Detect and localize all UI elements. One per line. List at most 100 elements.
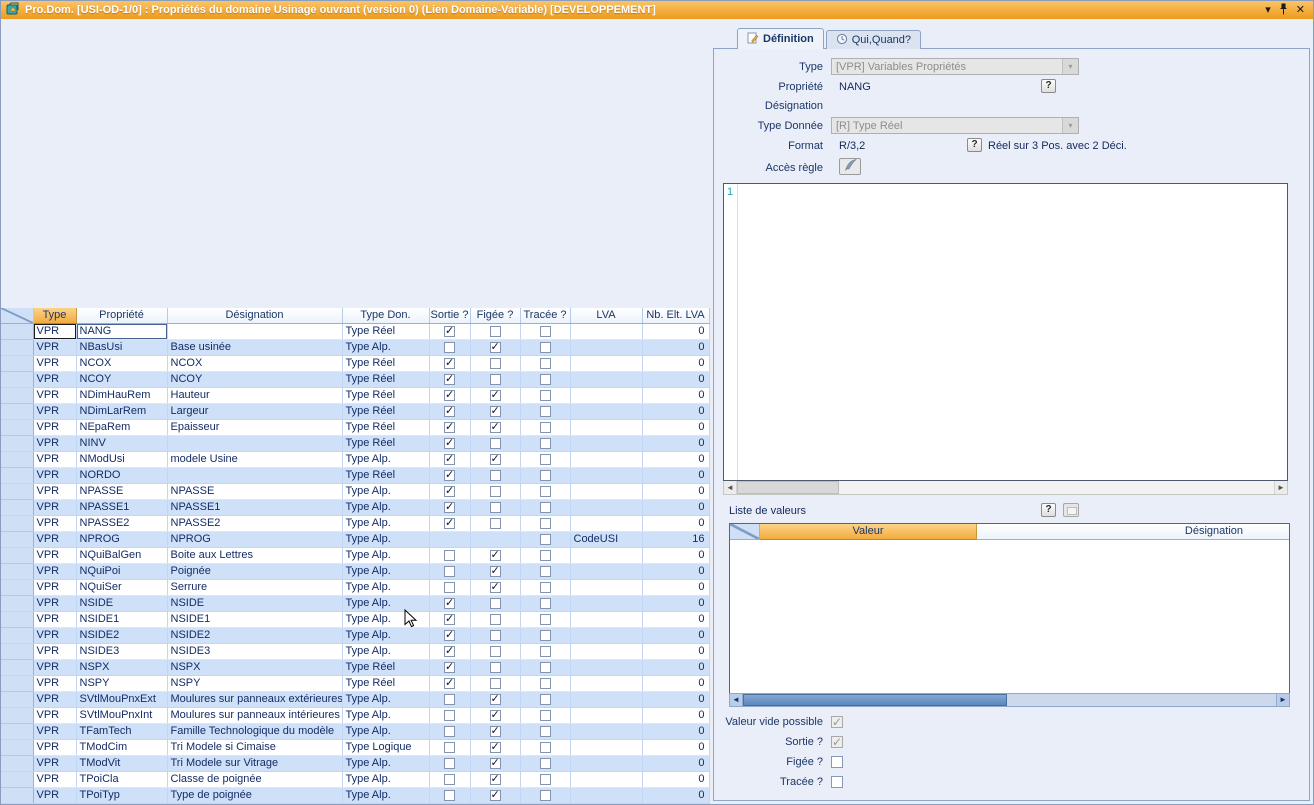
cell-propriete[interactable]: SVtlMouPnxInt (76, 708, 167, 724)
row-selector[interactable] (1, 740, 33, 756)
cell-tracee[interactable] (520, 532, 570, 548)
cell-propriete[interactable]: NBasUsi (76, 340, 167, 356)
row-selector[interactable] (1, 516, 33, 532)
cell-figee[interactable] (470, 580, 520, 596)
cell-designation[interactable]: NSPY (167, 676, 342, 692)
cell-tracee[interactable] (520, 548, 570, 564)
cell-lva[interactable]: CodeUSI (570, 532, 642, 548)
checkbox[interactable] (540, 518, 551, 529)
cell-designation[interactable] (167, 436, 342, 452)
cell-lva[interactable] (570, 676, 642, 692)
cell-type[interactable]: VPR (33, 452, 76, 468)
cell-propriete[interactable]: NINV (76, 436, 167, 452)
cell-tracee[interactable] (520, 756, 570, 772)
values-corner-cell[interactable] (730, 524, 760, 540)
cell-designation[interactable]: Moulures sur panneaux intérieures (167, 708, 342, 724)
cell-figee[interactable] (470, 404, 520, 420)
checkbox[interactable] (444, 742, 455, 753)
checkbox[interactable] (490, 326, 501, 337)
scroll-left-icon[interactable]: ◄ (724, 481, 737, 494)
cell-designation[interactable]: Tri Modele si Cimaise (167, 740, 342, 756)
cell-type[interactable]: VPR (33, 436, 76, 452)
cell-lva[interactable] (570, 564, 642, 580)
table-row[interactable]: VPRTFamTechFamille Technologique du modè… (1, 724, 709, 740)
cell-tracee[interactable] (520, 692, 570, 708)
cell-lva[interactable] (570, 484, 642, 500)
table-row[interactable]: VPRNPASSENPASSEType Alp.0 (1, 484, 709, 500)
cell-type[interactable]: VPR (33, 372, 76, 388)
cell-type-don[interactable]: Type Alp. (342, 644, 429, 660)
cell-type[interactable]: VPR (33, 596, 76, 612)
table-row[interactable]: VPRNCOYNCOYType Réel0 (1, 372, 709, 388)
checkbox[interactable] (540, 390, 551, 401)
cell-nb-elt-lva[interactable]: 0 (642, 500, 709, 516)
cell-lva[interactable] (570, 580, 642, 596)
cell-sortie[interactable] (429, 788, 470, 804)
cell-designation[interactable]: Base usinée (167, 340, 342, 356)
cell-designation[interactable]: NPROG (167, 532, 342, 548)
checkbox[interactable] (490, 486, 501, 497)
cell-figee[interactable] (470, 516, 520, 532)
checkbox[interactable] (540, 790, 551, 801)
checkbox[interactable] (444, 550, 455, 561)
scroll-right-icon[interactable]: ► (1274, 481, 1287, 494)
checkbox[interactable] (490, 790, 501, 801)
checkbox[interactable] (490, 470, 501, 481)
cell-type-don[interactable]: Type Réel (342, 388, 429, 404)
cell-nb-elt-lva[interactable]: 0 (642, 740, 709, 756)
cell-type-don[interactable]: Type Réel (342, 420, 429, 436)
cell-propriete[interactable]: NSPY (76, 676, 167, 692)
cell-figee[interactable] (470, 676, 520, 692)
cell-sortie[interactable] (429, 436, 470, 452)
cell-sortie[interactable] (429, 468, 470, 484)
checkbox[interactable] (490, 566, 501, 577)
row-selector[interactable] (1, 372, 33, 388)
checkbox[interactable] (490, 646, 501, 657)
cell-sortie[interactable] (429, 356, 470, 372)
scrollbar-thumb[interactable] (743, 694, 1007, 706)
checkbox[interactable] (444, 358, 455, 369)
cell-lva[interactable] (570, 692, 642, 708)
table-row[interactable]: VPRNANGType Réel0 (1, 324, 709, 340)
row-selector[interactable] (1, 564, 33, 580)
cell-type-don[interactable]: Type Alp. (342, 564, 429, 580)
checkbox[interactable] (490, 710, 501, 721)
cell-figee[interactable] (470, 724, 520, 740)
cell-nb-elt-lva[interactable]: 0 (642, 628, 709, 644)
liste-tool-button[interactable] (1063, 503, 1079, 517)
cell-nb-elt-lva[interactable]: 0 (642, 452, 709, 468)
pin-icon[interactable] (1279, 3, 1288, 18)
cell-lva[interactable] (570, 516, 642, 532)
cell-sortie[interactable] (429, 388, 470, 404)
cell-sortie[interactable] (429, 708, 470, 724)
checkbox[interactable] (444, 710, 455, 721)
tab-qui-quand[interactable]: Qui,Quand? (826, 30, 921, 49)
checkbox[interactable] (444, 582, 455, 593)
editor-horizontal-scrollbar[interactable]: ◄ ► (723, 481, 1288, 495)
cell-designation[interactable]: NSPX (167, 660, 342, 676)
cell-tracee[interactable] (520, 404, 570, 420)
table-row[interactable]: VPRTPoiClaClasse de poignéeType Alp.0 (1, 772, 709, 788)
cell-figee[interactable] (470, 484, 520, 500)
cell-nb-elt-lva[interactable]: 0 (642, 644, 709, 660)
cell-figee[interactable] (470, 548, 520, 564)
cell-figee[interactable] (470, 468, 520, 484)
cell-type-don[interactable]: Type Alp. (342, 484, 429, 500)
cell-nb-elt-lva[interactable]: 0 (642, 692, 709, 708)
checkbox[interactable] (444, 342, 455, 353)
cell-nb-elt-lva[interactable]: 0 (642, 756, 709, 772)
cell-type[interactable]: VPR (33, 612, 76, 628)
table-row[interactable]: VPRNPROGNPROGType Alp.CodeUSI16 (1, 532, 709, 548)
cell-lva[interactable] (570, 404, 642, 420)
cell-propriete[interactable]: TModCim (76, 740, 167, 756)
cell-designation[interactable]: Hauteur (167, 388, 342, 404)
cell-propriete[interactable]: NQuiBalGen (76, 548, 167, 564)
col-header-designation[interactable]: Désignation (977, 524, 1289, 540)
cell-propriete[interactable]: NDimLarRem (76, 404, 167, 420)
cell-type[interactable]: VPR (33, 420, 76, 436)
cell-sortie[interactable] (429, 516, 470, 532)
cell-type[interactable]: VPR (33, 484, 76, 500)
cell-nb-elt-lva[interactable]: 0 (642, 612, 709, 628)
cell-nb-elt-lva[interactable]: 0 (642, 660, 709, 676)
table-row[interactable]: VPRNSIDE2NSIDE2Type Alp.0 (1, 628, 709, 644)
